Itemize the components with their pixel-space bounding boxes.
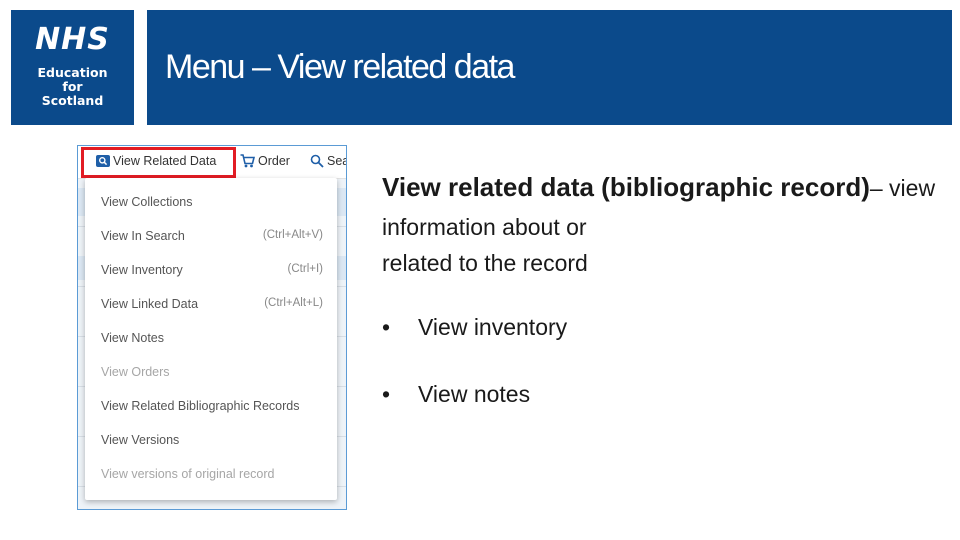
bullet-text: View notes <box>418 381 531 407</box>
logo-line-3: Scotland <box>41 93 104 108</box>
menu-item-label: View Notes <box>101 331 164 345</box>
menu-item-view-in-search[interactable]: View In Search (Ctrl+Alt+V) <box>101 229 323 249</box>
slide-content: View related data (bibliographic record)… <box>382 168 942 280</box>
bullet-text: View inventory <box>418 314 568 340</box>
menu-item-view-versions[interactable]: View Versions <box>101 433 323 453</box>
menu-item-label: View versions of original record <box>101 467 275 481</box>
menu-item-shortcut: (Ctrl+Alt+V) <box>262 229 323 241</box>
menu-item-view-linked-data[interactable]: View Linked Data (Ctrl+Alt+L) <box>101 297 323 317</box>
menu-item-shortcut: (Ctrl+I) <box>287 263 323 275</box>
order-button[interactable]: Order <box>240 154 290 168</box>
menu-item-view-collections[interactable]: View Collections <box>101 195 323 215</box>
menu-item-label: View Orders <box>101 365 170 379</box>
menu-item-view-inventory[interactable]: View Inventory (Ctrl+I) <box>101 263 323 283</box>
app-screenshot: View Related Data Order Sea View Collect… <box>77 145 347 510</box>
menu-item-label: View Collections <box>101 195 193 209</box>
toolbar: View Related Data Order Sea <box>78 146 346 179</box>
page-title: Menu – View related data <box>165 48 515 86</box>
menu-item-view-notes[interactable]: View Notes <box>101 331 323 351</box>
highlight-box <box>81 147 236 178</box>
content-heading: View related data (bibliographic record)… <box>382 168 942 246</box>
logo-line-2: for <box>62 79 83 94</box>
bullet-item: • View inventory <box>382 310 567 344</box>
bullet-dot: • <box>382 381 391 407</box>
bullet-list: • View inventory • View notes <box>382 310 567 444</box>
magnifier-icon <box>310 154 324 168</box>
menu-item-view-versions-of-original-record: View versions of original record <box>101 467 323 487</box>
order-label: Order <box>258 154 290 168</box>
search-label: Sea <box>327 154 346 168</box>
search-button[interactable]: Sea <box>310 154 346 168</box>
menu-item-label: View In Search <box>101 229 185 243</box>
menu-item-label: View Inventory <box>101 263 183 277</box>
nhs-logo: NHS Education for Scotland <box>11 10 134 125</box>
menu-item-label: View Linked Data <box>101 297 199 311</box>
bullet-dot: • <box>382 314 391 340</box>
logo-subtitle: Education for Scotland <box>11 66 134 108</box>
menu-item-label: View Versions <box>101 433 180 447</box>
menu-item-view-orders: View Orders <box>101 365 323 385</box>
related-data-menu: View Collections View In Search (Ctrl+Al… <box>85 178 337 500</box>
menu-item-shortcut: (Ctrl+Alt+L) <box>264 297 323 309</box>
bullet-item: • View notes <box>382 377 567 411</box>
menu-item-view-related-bibliographic-records[interactable]: View Related Bibliographic Records <box>101 399 323 419</box>
title-bar: Menu – View related data <box>147 10 952 125</box>
content-description: related to the record <box>382 250 588 276</box>
logo-line-1: Education <box>37 65 108 80</box>
cart-icon <box>240 154 256 168</box>
menu-item-label: View Related Bibliographic Records <box>101 399 300 413</box>
content-heading-bold: View related data (bibliographic record) <box>382 172 870 202</box>
logo-brand: NHS <box>35 22 110 57</box>
